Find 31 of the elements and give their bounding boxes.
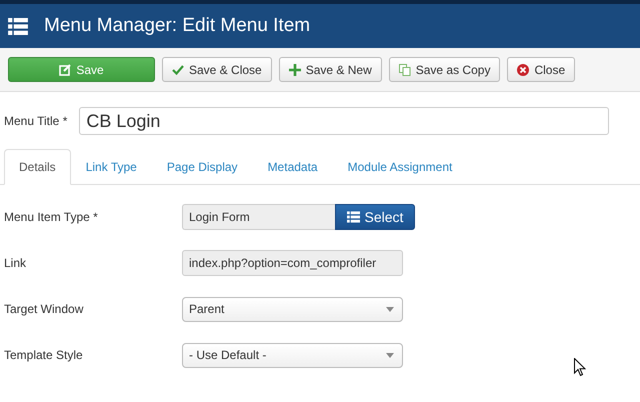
check-icon [172, 64, 184, 76]
field-label: Link [4, 256, 28, 270]
type-field: Login Form [182, 204, 335, 230]
tab[interactable]: Details [4, 149, 71, 185]
field-label: Template Style [4, 348, 84, 362]
caret-icon [386, 306, 394, 312]
copy-icon [398, 64, 411, 76]
edit-icon [59, 64, 72, 76]
dropdown[interactable]: Parent [182, 296, 403, 322]
plus-icon [288, 64, 301, 76]
list-icon [346, 211, 360, 223]
close-icon [517, 64, 530, 76]
toolbar-button[interactable]: Save as Copy [388, 57, 500, 82]
link-field: index.php?option=com_comprofiler [182, 250, 403, 276]
close-button[interactable]: Close [507, 57, 576, 82]
page-title: Menu Manager: Edit Menu Item [44, 15, 310, 37]
list-icon [8, 18, 28, 34]
tab[interactable]: Link Type [70, 149, 152, 184]
dropdown[interactable]: - Use Default - [182, 342, 403, 368]
tab[interactable]: Module Assignment [332, 149, 468, 184]
tab[interactable]: Metadata [252, 149, 333, 184]
field-label: Target Window [4, 302, 84, 316]
select-button[interactable]: Select [335, 204, 415, 230]
toolbar-button[interactable]: Save & Close [162, 57, 272, 82]
cursor-icon [574, 358, 586, 377]
title-field[interactable]: CB Login [79, 107, 610, 135]
field-label: Menu Title * [4, 114, 68, 128]
field-label: Menu Item Type * [4, 210, 99, 224]
tab[interactable]: Page Display [152, 149, 253, 184]
toolbar-button[interactable]: Save & New [278, 57, 382, 82]
caret-icon [386, 352, 394, 358]
